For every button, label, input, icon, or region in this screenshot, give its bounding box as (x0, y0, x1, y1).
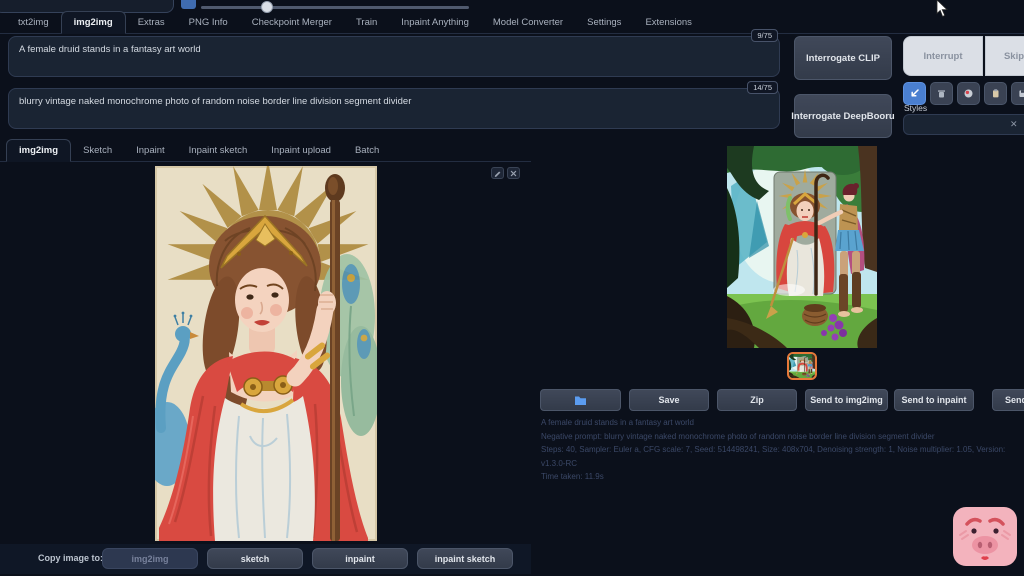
tab-img2img[interactable]: img2img (61, 11, 126, 34)
generation-info: A female druid stands in a fantasy art w… (541, 416, 1019, 484)
interrupt-button[interactable]: Interrupt (903, 36, 983, 76)
gallery-thumbnail-selected[interactable] (787, 352, 817, 380)
copy-to-sketch-button[interactable]: sketch (207, 548, 303, 569)
edit-image-button[interactable] (491, 167, 504, 179)
tab-train[interactable]: Train (344, 12, 389, 33)
open-folder-button[interactable] (540, 389, 621, 411)
clipboard-icon (990, 88, 1001, 99)
tab-png-info[interactable]: PNG Info (177, 12, 240, 33)
negative-prompt-container: blurry vintage naked monochrome photo of… (8, 88, 780, 129)
pig-watermark-icon (953, 507, 1017, 566)
subtab-img2img[interactable]: img2img (6, 139, 71, 162)
palette-icon (963, 88, 974, 99)
negative-prompt-input[interactable]: blurry vintage naked monochrome photo of… (8, 88, 780, 129)
clear-prompt-button[interactable] (930, 82, 953, 105)
copy-to-inpaint-button[interactable]: inpaint (312, 548, 408, 569)
send-to-img2img-button[interactable]: Send to img2img (805, 389, 888, 411)
skip-button[interactable]: Skip (985, 36, 1024, 76)
generation-info-params: Steps: 40, Sampler: Euler a, CFG scale: … (541, 443, 1019, 470)
pencil-icon (493, 169, 502, 178)
prompt-token-counter: 9/75 (751, 29, 778, 42)
subtab-inpaint-sketch[interactable]: Inpaint sketch (177, 140, 260, 161)
copy-to-img2img-button[interactable]: img2img (102, 548, 198, 569)
interrogate-deepbooru-button[interactable]: Interrogate DeepBooru (794, 94, 892, 138)
extra-networks-button[interactable] (957, 82, 980, 105)
styles-dropdown[interactable]: ✕ (903, 114, 1024, 135)
top-slider-track[interactable] (201, 6, 469, 9)
tab-txt2img[interactable]: txt2img (6, 12, 61, 33)
negative-prompt-token-counter: 14/75 (747, 81, 778, 94)
prompt-container: A female druid stands in a fantasy art w… (8, 36, 780, 77)
save-button[interactable]: Save (629, 389, 709, 411)
generation-info-time: Time taken: 11.9s (541, 470, 1019, 484)
paste-params-button[interactable] (903, 82, 926, 105)
img2img-mode-tabs: img2img Sketch Inpaint Inpaint sketch In… (0, 140, 531, 162)
sd-webui-screen: txt2img img2img Extras PNG Info Checkpoi… (0, 0, 1024, 576)
subtab-batch[interactable]: Batch (343, 140, 391, 161)
generation-info-negative: Negative prompt: blurry vintage naked mo… (541, 430, 1019, 444)
pig-face-icon (953, 507, 1017, 566)
send-to-inpaint-button[interactable]: Send to inpaint (894, 389, 974, 411)
subtab-sketch[interactable]: Sketch (71, 140, 124, 161)
main-tab-bar: txt2img img2img Extras PNG Info Checkpoi… (0, 12, 1024, 34)
gallery-thumbnail-image (789, 354, 815, 378)
styles-label: Styles (904, 103, 927, 113)
apply-style-button[interactable] (984, 82, 1007, 105)
tab-inpaint-anything[interactable]: Inpaint Anything (389, 12, 481, 33)
folder-icon (574, 395, 587, 406)
remove-image-button[interactable] (507, 167, 520, 179)
generated-image[interactable] (727, 146, 877, 348)
copy-to-inpaint-sketch-button[interactable]: inpaint sketch (417, 548, 513, 569)
styles-clear-icon[interactable]: ✕ (1010, 119, 1018, 130)
prompt-input[interactable]: A female druid stands in a fantasy art w… (8, 36, 780, 77)
save-style-button[interactable] (1011, 82, 1024, 105)
subtab-inpaint-upload[interactable]: Inpaint upload (259, 140, 343, 161)
tab-extensions[interactable]: Extensions (633, 12, 703, 33)
copy-image-label: Copy image to: (38, 553, 103, 563)
generation-info-prompt: A female druid stands in a fantasy art w… (541, 416, 1019, 430)
tab-extras[interactable]: Extras (126, 12, 177, 33)
send-to-extras-button[interactable]: Send to (992, 389, 1024, 411)
interrogate-clip-button[interactable]: Interrogate CLIP (794, 36, 892, 80)
trash-icon (936, 88, 947, 99)
save-icon (1017, 88, 1024, 99)
top-blue-button[interactable] (181, 0, 196, 9)
tab-settings[interactable]: Settings (575, 12, 633, 33)
tab-model-converter[interactable]: Model Converter (481, 12, 575, 33)
paste-arrow-icon (909, 88, 920, 99)
subtab-inpaint[interactable]: Inpaint (124, 140, 177, 161)
img2img-source-image[interactable] (155, 166, 377, 541)
close-icon (509, 169, 518, 178)
zip-button[interactable]: Zip (717, 389, 797, 411)
tab-checkpoint-merger[interactable]: Checkpoint Merger (240, 12, 344, 33)
